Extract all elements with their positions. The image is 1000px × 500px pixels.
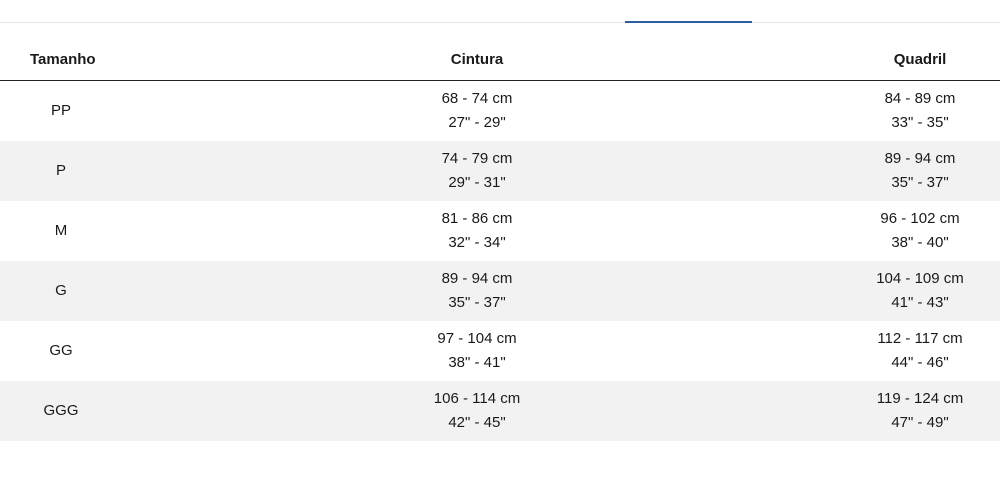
column-header-size: Tamanho — [30, 51, 96, 68]
waist-in: 29" - 31" — [448, 174, 506, 191]
hip-cell: 89 - 94 cm 35" - 37" — [850, 147, 990, 195]
hip-cell: 119 - 124 cm 47" - 49" — [850, 387, 990, 435]
waist-cell: 81 - 86 cm 32" - 34" — [400, 207, 554, 255]
size-chart-page: Tamanho Cintura Quadril PP 68 - 74 cm 27… — [0, 0, 1000, 500]
active-tab-indicator — [625, 21, 752, 23]
size-cell: M — [54, 222, 68, 239]
hip-cm: 96 - 102 cm — [880, 210, 960, 227]
waist-cm: 89 - 94 cm — [441, 270, 513, 287]
hip-in: 38" - 40" — [891, 234, 949, 251]
waist-cell: 97 - 104 cm 38" - 41" — [400, 327, 554, 375]
table-row: P 74 - 79 cm 29" - 31" 89 - 94 cm 35" - … — [0, 141, 1000, 201]
column-header-waist: Cintura — [450, 51, 504, 68]
hip-cm: 104 - 109 cm — [876, 270, 964, 287]
size-cell: P — [55, 162, 66, 179]
tab-bar-divider — [0, 22, 1000, 23]
waist-cm: 97 - 104 cm — [437, 330, 517, 347]
waist-in: 27" - 29" — [448, 114, 506, 131]
table-row: M 81 - 86 cm 32" - 34" 96 - 102 cm 38" -… — [0, 201, 1000, 261]
waist-in: 32" - 34" — [448, 234, 506, 251]
waist-cm: 74 - 79 cm — [441, 150, 513, 167]
hip-cell: 112 - 117 cm 44" - 46" — [850, 327, 990, 375]
size-cell: PP — [50, 102, 71, 119]
waist-cell: 106 - 114 cm 42" - 45" — [400, 387, 554, 435]
hip-cell: 84 - 89 cm 33" - 35" — [850, 87, 990, 135]
table-row: PP 68 - 74 cm 27" - 29" 84 - 89 cm 33" -… — [0, 81, 1000, 141]
size-cell: GG — [49, 342, 73, 359]
hip-in: 47" - 49" — [891, 414, 949, 431]
waist-cm: 81 - 86 cm — [441, 210, 513, 227]
waist-cell: 89 - 94 cm 35" - 37" — [400, 267, 554, 315]
size-table: Tamanho Cintura Quadril PP 68 - 74 cm 27… — [0, 38, 1000, 441]
waist-cell: 74 - 79 cm 29" - 31" — [400, 147, 554, 195]
hip-cm: 119 - 124 cm — [876, 390, 964, 407]
hip-in: 44" - 46" — [891, 354, 949, 371]
table-row: GG 97 - 104 cm 38" - 41" 112 - 117 cm 44… — [0, 321, 1000, 381]
hip-in: 33" - 35" — [891, 114, 949, 131]
hip-cm: 89 - 94 cm — [884, 150, 956, 167]
hip-cm: 112 - 117 cm — [877, 330, 963, 347]
size-cell: GGG — [43, 402, 79, 419]
column-header-hip: Quadril — [893, 51, 947, 68]
waist-in: 35" - 37" — [448, 294, 506, 311]
hip-cell: 96 - 102 cm 38" - 40" — [850, 207, 990, 255]
hip-cm: 84 - 89 cm — [884, 90, 956, 107]
waist-cell: 68 - 74 cm 27" - 29" — [400, 87, 554, 135]
waist-cm: 68 - 74 cm — [441, 90, 513, 107]
hip-in: 41" - 43" — [891, 294, 949, 311]
table-row: G 89 - 94 cm 35" - 37" 104 - 109 cm 41" … — [0, 261, 1000, 321]
table-header-row: Tamanho Cintura Quadril — [0, 38, 1000, 81]
waist-cm: 106 - 114 cm — [433, 390, 521, 407]
hip-cell: 104 - 109 cm 41" - 43" — [850, 267, 990, 315]
table-row: GGG 106 - 114 cm 42" - 45" 119 - 124 cm … — [0, 381, 1000, 441]
hip-in: 35" - 37" — [891, 174, 949, 191]
waist-in: 42" - 45" — [448, 414, 506, 431]
size-cell: G — [55, 282, 67, 299]
waist-in: 38" - 41" — [448, 354, 506, 371]
